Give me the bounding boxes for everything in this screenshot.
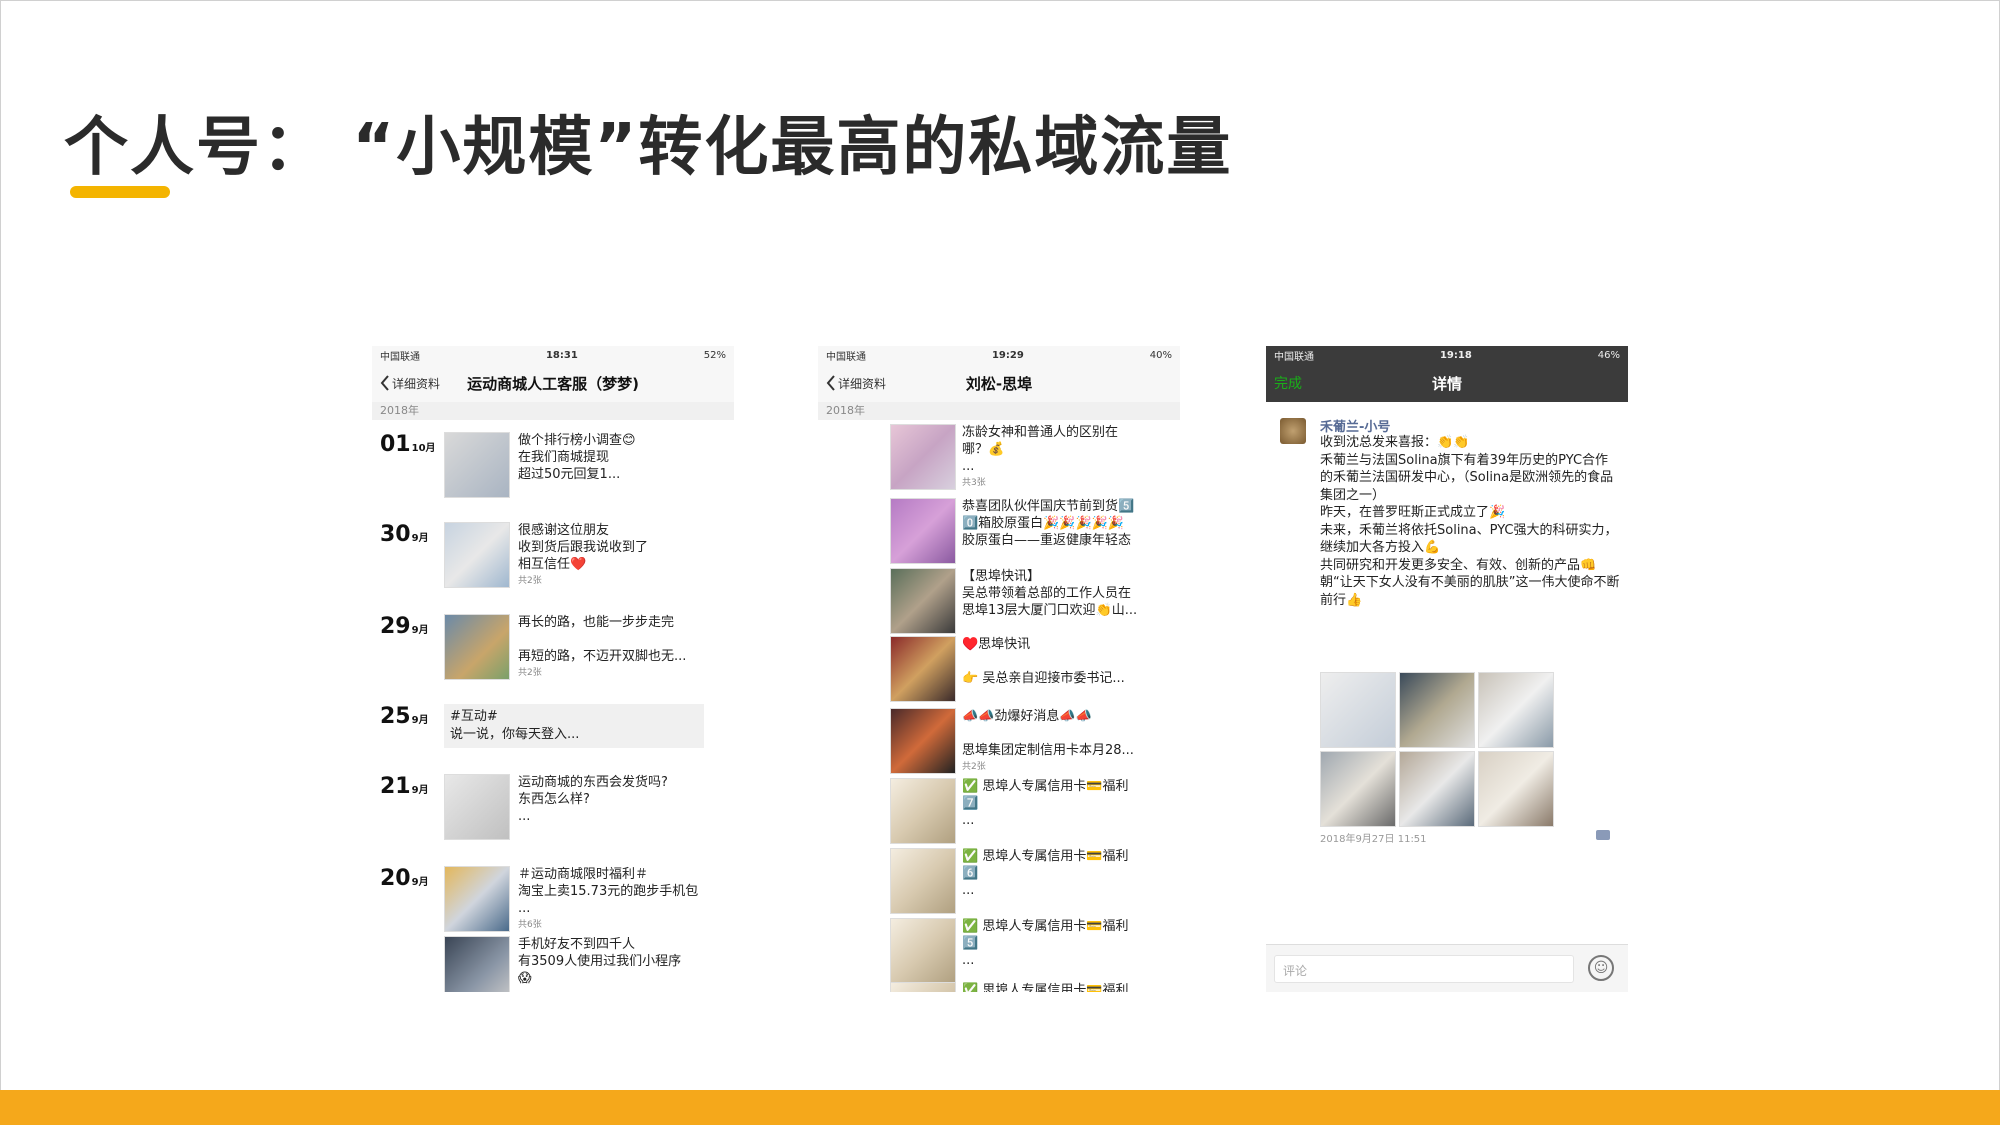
emoji-icon[interactable]: ☺	[1588, 955, 1614, 981]
nav-bar: 详细资料 运动商城人工客服（梦梦)	[372, 364, 734, 402]
status-time: 19:29	[991, 349, 1024, 361]
post-thumbnail	[444, 614, 510, 680]
post-thumbnail	[890, 918, 956, 984]
phone-screenshot-1: 中国联通 18:31 52% 详细资料 运动商城人工客服（梦梦) 2018年 0…	[372, 346, 734, 992]
slide-title: 个人号： “小规模”转化最高的私域流量	[64, 111, 1233, 185]
battery-label: 46%	[1597, 349, 1620, 361]
post-thumbnail	[890, 982, 956, 992]
post-thumbnail	[890, 778, 956, 844]
post-text: ♥️思埠快讯 👉 吴总亲自迎接市委书记...	[962, 637, 1125, 686]
status-bar: 中国联通 18:31 52%	[372, 346, 734, 364]
post-text: 冻龄女神和普通人的区别在 哪？💰 ... 共3张	[962, 425, 1119, 488]
post-text: 【思埠快讯】 吴总带领着总部的工作人员在 思埠13层大厦门口欢迎👏山...	[962, 569, 1138, 618]
post-thumbnail	[444, 866, 510, 932]
photo-thumbnail[interactable]	[1478, 672, 1554, 748]
photo-thumbnail[interactable]	[1399, 751, 1475, 827]
more-actions-icon[interactable]	[1596, 830, 1610, 840]
post-text: 做个排行榜小调查😊 在我们商城提现 超过50元回复1...	[518, 433, 636, 482]
post-text: 手机好友不到四千人 有3509人使用过我们小程序 😱	[518, 937, 682, 986]
done-button[interactable]: 完成	[1274, 373, 1302, 393]
post-date: 209月	[380, 866, 429, 891]
username-link[interactable]: 禾葡兰-小号	[1320, 416, 1390, 435]
bottom-accent-bar	[0, 1090, 2000, 1125]
nav-bar: 详细资料 刘松-思埠	[818, 364, 1180, 402]
post-thumbnail	[444, 936, 510, 992]
nav-title: 详情	[1431, 374, 1462, 393]
post-text: 很感谢这位朋友 收到货后跟我说收到了 相互信任❤️ 共2张	[518, 523, 649, 586]
avatar[interactable]	[1280, 418, 1306, 444]
title-accent-underline	[70, 186, 170, 198]
post-thumbnail	[444, 522, 510, 588]
post-text: 再长的路，也能一步步走完 再短的路，不迈开双脚也无... 共2张	[518, 615, 687, 678]
post-date: 309月	[380, 522, 429, 547]
post-thumbnail	[890, 568, 956, 634]
post-thumbnail	[890, 424, 956, 490]
post-thumbnail	[890, 636, 956, 702]
chevron-left-icon	[826, 375, 835, 391]
post-text: ✅ 思埠人专属信用卡💳福利	[962, 983, 1129, 992]
post-date: 0110月	[380, 432, 436, 457]
post-text: 运动商城的东西会发货吗? 东西怎么样? ...	[518, 775, 668, 824]
post-timestamp: 2018年9月27日 11:51	[1320, 834, 1427, 845]
back-label: 详细资料	[838, 376, 887, 391]
photo-thumbnail[interactable]	[1399, 672, 1475, 748]
photo-thumbnail[interactable]	[1320, 751, 1396, 827]
post-text: ✅ 思埠人专属信用卡💳福利 6️⃣ ...	[962, 849, 1129, 898]
carrier-label: 中国联通	[380, 351, 420, 363]
year-header: 2018年	[818, 402, 1180, 420]
nav-bar: 完成 详情	[1266, 364, 1628, 402]
carrier-label: 中国联通	[826, 351, 866, 363]
post-thumbnail	[890, 848, 956, 914]
post-thumbnail	[444, 774, 510, 840]
year-header: 2018年	[372, 402, 734, 420]
status-time: 19:18	[1439, 349, 1472, 361]
battery-label: 52%	[703, 349, 726, 361]
post-date: 219月	[380, 774, 429, 799]
post-thumbnail	[890, 498, 956, 564]
photo-grid	[1320, 672, 1560, 827]
post-text: 恭喜团队伙伴国庆节前到货5️⃣ 0️⃣箱胶原蛋白🎉🎉🎉🎉🎉 胶原蛋白——重返健康…	[962, 499, 1135, 548]
comment-bar: 评论 ☺	[1266, 944, 1628, 992]
back-button[interactable]: 详细资料	[380, 375, 440, 392]
back-button[interactable]: 详细资料	[826, 375, 886, 392]
moment-detail: 禾葡兰-小号 收到沈总发来喜报：👏👏 禾葡兰与法国Solina旗下有着39年历史…	[1266, 402, 1628, 942]
back-label: 详细资料	[392, 376, 441, 391]
post-date: 299月	[380, 614, 429, 639]
battery-label: 40%	[1149, 349, 1172, 361]
carrier-label: 中国联通	[1274, 351, 1314, 363]
phone-screenshot-2: 中国联通 19:29 40% 详细资料 刘松-思埠 2018年 冻龄女神和普通人…	[818, 346, 1180, 992]
comment-input[interactable]: 评论	[1274, 955, 1574, 983]
post-text: 收到沈总发来喜报：👏👏 禾葡兰与法国Solina旗下有着39年历史的PYC合作的…	[1320, 435, 1620, 608]
photo-thumbnail[interactable]	[1320, 672, 1396, 748]
photo-thumbnail[interactable]	[1478, 751, 1554, 827]
status-bar: 中国联通 19:18 46%	[1266, 346, 1628, 364]
text-only-post: #互动# 说一说，你每天登入...	[444, 704, 704, 748]
post-date: 259月	[380, 704, 429, 729]
post-text: ＃运动商城限时福利＃ 淘宝上卖15.73元的跑步手机包 ... 共6张	[518, 867, 699, 930]
phone-screenshot-3: 中国联通 19:18 46% 完成 详情 禾葡兰-小号 收到沈总发来喜报：👏👏 …	[1266, 346, 1628, 992]
status-time: 18:31	[545, 349, 578, 361]
post-text: 📣📣劲爆好消息📣📣 思埠集团定制信用卡本月28... 共2张	[962, 709, 1134, 772]
status-bar: 中国联通 19:29 40%	[818, 346, 1180, 364]
post-text: ✅ 思埠人专属信用卡💳福利 7️⃣ ...	[962, 779, 1129, 828]
post-thumbnail	[444, 432, 510, 498]
post-thumbnail	[890, 708, 956, 774]
post-text: ✅ 思埠人专属信用卡💳福利 5️⃣ ...	[962, 919, 1129, 968]
chevron-left-icon	[380, 375, 389, 391]
